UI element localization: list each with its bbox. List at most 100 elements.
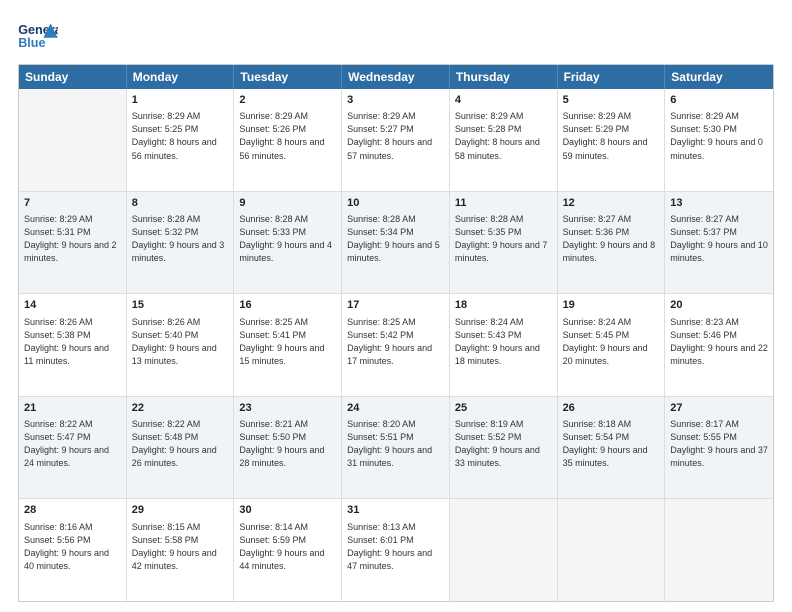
day-cell-31: 31Sunrise: 8:13 AMSunset: 6:01 PMDayligh… [342, 499, 450, 601]
cell-info: Sunrise: 8:19 AMSunset: 5:52 PMDaylight:… [455, 418, 552, 470]
calendar: SundayMondayTuesdayWednesdayThursdayFrid… [18, 64, 774, 602]
cell-info: Sunrise: 8:29 AMSunset: 5:31 PMDaylight:… [24, 213, 121, 265]
day-cell-5: 5 Sunrise: 8:29 AMSunset: 5:29 PMDaylight… [558, 89, 666, 191]
day-number: 23 [239, 401, 336, 416]
day-number: 26 [563, 401, 660, 416]
day-cell-16: 16 Sunrise: 8:25 AMSunset: 5:41 PMDayligh… [234, 294, 342, 396]
logo-icon: General Blue [18, 18, 58, 54]
day-number: 2 [239, 93, 336, 108]
day-number: 16 [239, 298, 336, 313]
svg-text:Blue: Blue [18, 36, 45, 50]
day-number: 22 [132, 401, 229, 416]
day-cell-6: 6 Sunrise: 8:29 AMSunset: 5:30 PMDaylight… [665, 89, 773, 191]
day-cell-4: 4 Sunrise: 8:29 AMSunset: 5:28 PMDaylight… [450, 89, 558, 191]
day-number: 17 [347, 298, 444, 313]
calendar-row: 14Sunrise: 8:26 AMSunset: 5:38 PMDayligh… [19, 294, 773, 397]
day-number: 7 [24, 196, 121, 211]
day-cell-30: 30 Sunrise: 8:14 AMSunset: 5:59 PMDayligh… [234, 499, 342, 601]
cell-info: Sunrise: 8:29 AMSunset: 5:27 PMDaylight:… [347, 110, 444, 162]
day-cell-12: 12 Sunrise: 8:27 AMSunset: 5:36 PMDayligh… [558, 192, 666, 294]
cell-info: Sunrise: 8:26 AMSunset: 5:40 PMDaylight:… [132, 316, 229, 368]
header-day-tuesday: Tuesday [234, 65, 342, 89]
cell-info: Sunrise: 8:28 AMSunset: 5:35 PMDaylight:… [455, 213, 552, 265]
day-cell-14: 14Sunrise: 8:26 AMSunset: 5:38 PMDayligh… [19, 294, 127, 396]
day-cell-26: 26 Sunrise: 8:18 AMSunset: 5:54 PMDayligh… [558, 397, 666, 499]
header-day-friday: Friday [558, 65, 666, 89]
cell-info: Sunrise: 8:27 AMSunset: 5:37 PMDaylight:… [670, 213, 768, 265]
day-cell-19: 19Sunrise: 8:24 AMSunset: 5:45 PMDayligh… [558, 294, 666, 396]
logo: General Blue [18, 18, 58, 54]
cell-info: Sunrise: 8:21 AMSunset: 5:50 PMDaylight:… [239, 418, 336, 470]
day-cell-13: 13 Sunrise: 8:27 AMSunset: 5:37 PMDayligh… [665, 192, 773, 294]
cell-info: Sunrise: 8:22 AMSunset: 5:48 PMDaylight:… [132, 418, 229, 470]
day-cell-29: 29 Sunrise: 8:15 AMSunset: 5:58 PMDayligh… [127, 499, 235, 601]
day-number: 5 [563, 93, 660, 108]
day-cell-11: 11 Sunrise: 8:28 AMSunset: 5:35 PMDayligh… [450, 192, 558, 294]
cell-info: Sunrise: 8:28 AMSunset: 5:34 PMDaylight:… [347, 213, 444, 265]
day-cell-1: 1Sunrise: 8:29 AMSunset: 5:25 PMDaylight… [127, 89, 235, 191]
header-day-sunday: Sunday [19, 65, 127, 89]
day-number: 30 [239, 503, 336, 518]
cell-info: Sunrise: 8:25 AMSunset: 5:42 PMDaylight:… [347, 316, 444, 368]
day-cell-21: 21Sunrise: 8:22 AMSunset: 5:47 PMDayligh… [19, 397, 127, 499]
cell-info: Sunrise: 8:25 AMSunset: 5:41 PMDaylight:… [239, 316, 336, 368]
empty-cell [558, 499, 666, 601]
day-number: 10 [347, 196, 444, 211]
header-day-saturday: Saturday [665, 65, 773, 89]
day-number: 28 [24, 503, 121, 518]
calendar-body: 1Sunrise: 8:29 AMSunset: 5:25 PMDaylight… [19, 89, 773, 601]
day-number: 9 [239, 196, 336, 211]
header-day-monday: Monday [127, 65, 235, 89]
header: General Blue [18, 18, 774, 54]
day-number: 29 [132, 503, 229, 518]
cell-info: Sunrise: 8:16 AMSunset: 5:56 PMDaylight:… [24, 521, 121, 573]
calendar-row: 1Sunrise: 8:29 AMSunset: 5:25 PMDaylight… [19, 89, 773, 192]
cell-info: Sunrise: 8:23 AMSunset: 5:46 PMDaylight:… [670, 316, 768, 368]
day-number: 27 [670, 401, 768, 416]
calendar-row: 21Sunrise: 8:22 AMSunset: 5:47 PMDayligh… [19, 397, 773, 500]
day-number: 13 [670, 196, 768, 211]
calendar-row: 28 Sunrise: 8:16 AMSunset: 5:56 PMDayligh… [19, 499, 773, 601]
cell-info: Sunrise: 8:22 AMSunset: 5:47 PMDaylight:… [24, 418, 121, 470]
day-number: 8 [132, 196, 229, 211]
day-cell-27: 27 Sunrise: 8:17 AMSunset: 5:55 PMDayligh… [665, 397, 773, 499]
header-day-wednesday: Wednesday [342, 65, 450, 89]
day-number: 31 [347, 503, 444, 518]
page: General Blue SundayMondayTuesdayWednesda… [0, 0, 792, 612]
cell-info: Sunrise: 8:29 AMSunset: 5:26 PMDaylight:… [239, 110, 336, 162]
cell-info: Sunrise: 8:29 AMSunset: 5:30 PMDaylight:… [670, 110, 768, 162]
day-cell-7: 7 Sunrise: 8:29 AMSunset: 5:31 PMDaylight… [19, 192, 127, 294]
day-number: 25 [455, 401, 552, 416]
cell-info: Sunrise: 8:28 AMSunset: 5:32 PMDaylight:… [132, 213, 229, 265]
day-cell-20: 20 Sunrise: 8:23 AMSunset: 5:46 PMDayligh… [665, 294, 773, 396]
day-cell-9: 9 Sunrise: 8:28 AMSunset: 5:33 PMDaylight… [234, 192, 342, 294]
day-cell-2: 2 Sunrise: 8:29 AMSunset: 5:26 PMDaylight… [234, 89, 342, 191]
day-number: 3 [347, 93, 444, 108]
day-cell-22: 22 Sunrise: 8:22 AMSunset: 5:48 PMDayligh… [127, 397, 235, 499]
day-cell-28: 28 Sunrise: 8:16 AMSunset: 5:56 PMDayligh… [19, 499, 127, 601]
cell-info: Sunrise: 8:15 AMSunset: 5:58 PMDaylight:… [132, 521, 229, 573]
calendar-row: 7 Sunrise: 8:29 AMSunset: 5:31 PMDaylight… [19, 192, 773, 295]
cell-info: Sunrise: 8:28 AMSunset: 5:33 PMDaylight:… [239, 213, 336, 265]
day-cell-15: 15 Sunrise: 8:26 AMSunset: 5:40 PMDayligh… [127, 294, 235, 396]
cell-info: Sunrise: 8:20 AMSunset: 5:51 PMDaylight:… [347, 418, 444, 470]
day-cell-8: 8 Sunrise: 8:28 AMSunset: 5:32 PMDaylight… [127, 192, 235, 294]
day-number: 15 [132, 298, 229, 313]
day-cell-25: 25 Sunrise: 8:19 AMSunset: 5:52 PMDayligh… [450, 397, 558, 499]
cell-info: Sunrise: 8:29 AMSunset: 5:28 PMDaylight:… [455, 110, 552, 162]
day-cell-18: 18Sunrise: 8:24 AMSunset: 5:43 PMDayligh… [450, 294, 558, 396]
day-cell-24: 24Sunrise: 8:20 AMSunset: 5:51 PMDayligh… [342, 397, 450, 499]
day-number: 4 [455, 93, 552, 108]
day-number: 11 [455, 196, 552, 211]
cell-info: Sunrise: 8:18 AMSunset: 5:54 PMDaylight:… [563, 418, 660, 470]
cell-info: Sunrise: 8:27 AMSunset: 5:36 PMDaylight:… [563, 213, 660, 265]
cell-info: Sunrise: 8:17 AMSunset: 5:55 PMDaylight:… [670, 418, 768, 470]
day-number: 20 [670, 298, 768, 313]
calendar-header: SundayMondayTuesdayWednesdayThursdayFrid… [19, 65, 773, 89]
cell-info: Sunrise: 8:14 AMSunset: 5:59 PMDaylight:… [239, 521, 336, 573]
day-cell-3: 3 Sunrise: 8:29 AMSunset: 5:27 PMDaylight… [342, 89, 450, 191]
cell-info: Sunrise: 8:29 AMSunset: 5:29 PMDaylight:… [563, 110, 660, 162]
day-number: 1 [132, 93, 229, 108]
day-number: 6 [670, 93, 768, 108]
day-number: 12 [563, 196, 660, 211]
